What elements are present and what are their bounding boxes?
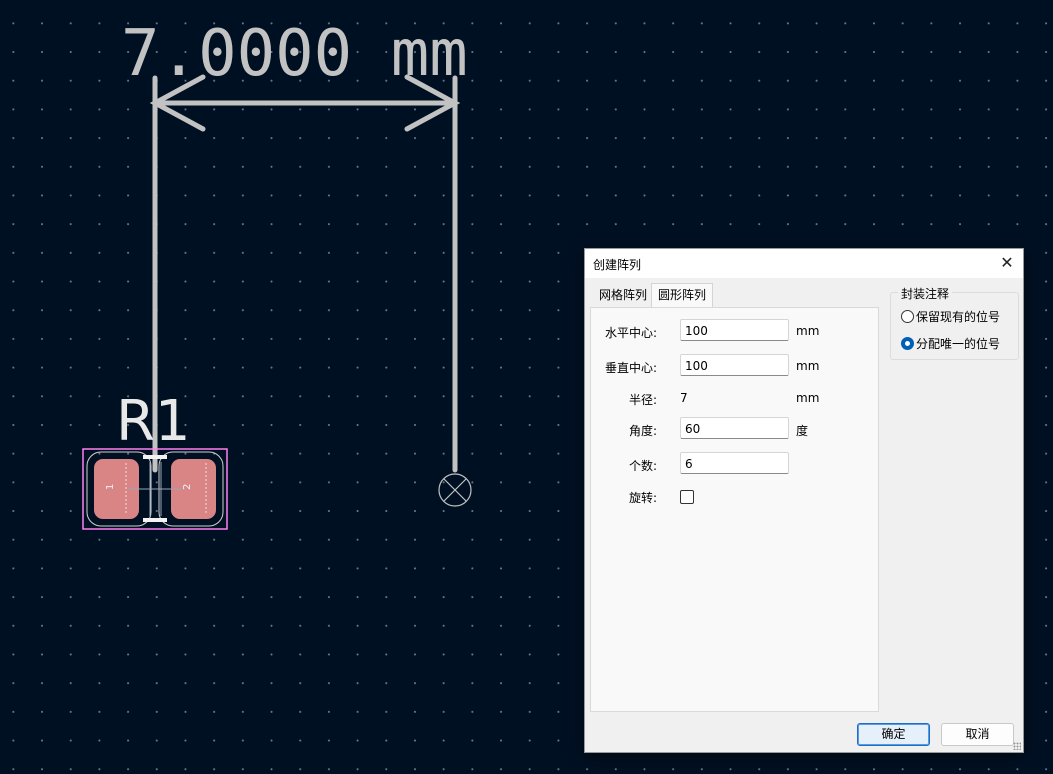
cancel-button[interactable]: 取消 [941,723,1014,746]
circular-array-panel: 水平中心: 100 mm 垂直中心: 100 mm 半径: 7 mm 角度: 6… [590,307,879,712]
resize-grip[interactable] [1013,742,1021,750]
silk-top [143,455,167,459]
close-icon[interactable]: ✕ [997,253,1017,273]
dimension-lines [149,74,461,473]
angle-input[interactable]: 60 [680,417,789,439]
pad-1-number: 1 [105,484,116,490]
v-center-label: 垂直中心: [604,361,657,375]
h-center-unit: mm [796,324,820,338]
unique-refs-label[interactable]: 分配唯一的位号 [916,335,1000,352]
tab-grid-array[interactable]: 网格阵列 [593,284,654,306]
angle-unit: 度 [796,424,809,438]
dialog-titlebar[interactable]: 创建阵列 ✕ [585,249,1023,278]
count-input[interactable]: 6 [680,452,789,474]
dialog-title: 创建阵列 [593,258,642,272]
rotate-checkbox[interactable] [680,490,694,504]
radius-label: 半径: [628,393,657,407]
ok-button[interactable]: 确定 [857,723,930,746]
keep-refs-radio[interactable] [901,310,914,323]
silk-bottom [143,518,167,522]
radius-value: 7 [680,391,688,405]
array-center-marker [438,473,472,507]
tab-circular-array[interactable]: 圆形阵列 [651,283,714,308]
unique-refs-radio[interactable] [901,337,914,350]
create-array-dialog: 创建阵列 ✕ 网格阵列 圆形阵列 水平中心: 100 mm 垂直中心: 100 … [584,248,1024,753]
count-label: 个数: [628,459,657,473]
keep-refs-label[interactable]: 保留现有的位号 [916,308,1000,325]
v-center-unit: mm [796,359,820,373]
pad-2-number: 2 [182,484,193,490]
v-center-input[interactable]: 100 [680,354,789,376]
h-center-label: 水平中心: [604,326,657,340]
ref-designator: R1 [116,389,191,454]
h-center-input[interactable]: 100 [680,319,789,341]
annotation-group-title: 封装注释 [898,285,953,302]
angle-label: 角度: [628,424,657,438]
radius-unit: mm [796,391,820,405]
rotate-label: 旋转: [628,491,657,505]
